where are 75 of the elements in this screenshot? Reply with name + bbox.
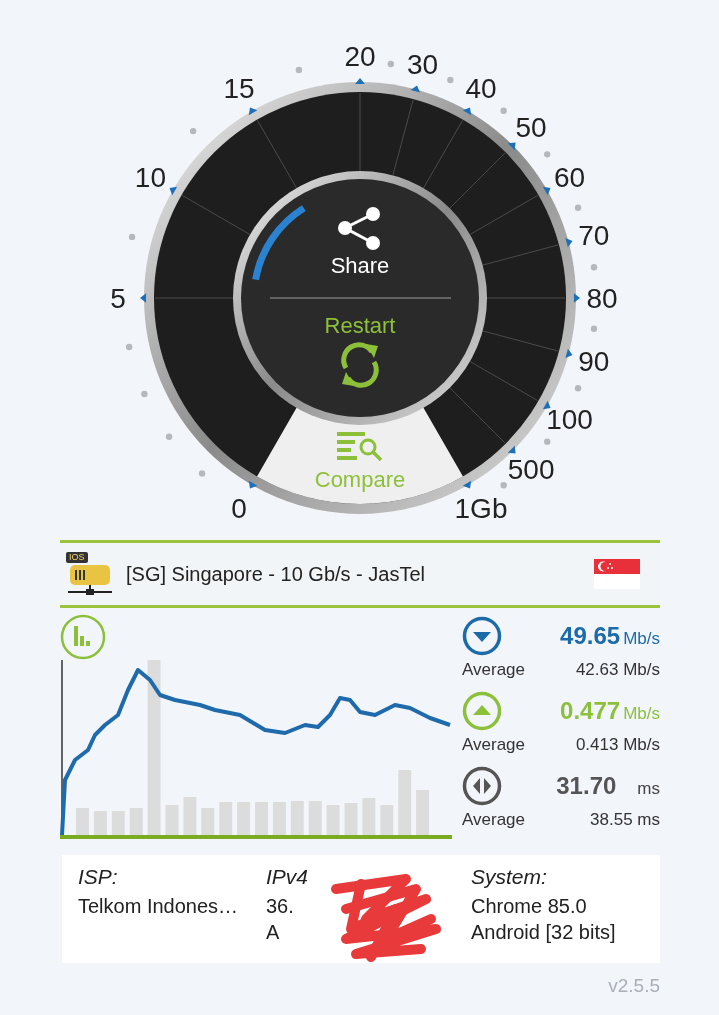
graph-bar	[272, 802, 286, 835]
average-value: 38.55 ms	[590, 810, 660, 830]
graph-bar	[255, 802, 268, 835]
graph-bar	[326, 805, 340, 835]
isp-label: ISP:	[78, 865, 119, 889]
scale-label: 5	[110, 283, 126, 314]
graph-bar	[76, 808, 89, 835]
graph-bar	[93, 811, 107, 835]
compare-icon	[337, 432, 383, 462]
graph-bar	[344, 803, 358, 835]
system-label: System:	[471, 865, 548, 889]
share-button[interactable]: Share	[330, 207, 390, 278]
unit-label: Mb/s	[623, 629, 660, 649]
scale-label: 100	[546, 404, 593, 435]
refresh-icon	[341, 342, 379, 388]
system-value: Android [32 bits]	[471, 920, 617, 945]
isp-value: Telkom Indones…	[78, 894, 240, 919]
server-icon	[66, 562, 114, 597]
average-label: Average	[462, 810, 525, 830]
flag-icon	[594, 559, 640, 589]
share-icon	[338, 207, 380, 250]
system-value: Chrome 85.0	[471, 894, 588, 919]
scale-label: 500	[507, 454, 555, 486]
average-value: 0.413 Mb/s	[575, 735, 660, 755]
scale-label: 80	[586, 283, 618, 314]
download-value: 49.65	[560, 622, 621, 650]
ipv4-value: A	[266, 920, 281, 945]
bar-chart-icon[interactable]	[60, 614, 106, 660]
server-badge: IOS	[66, 551, 88, 563]
graph-bar	[362, 798, 376, 835]
graph-bar	[308, 801, 322, 835]
scale-label: 20	[344, 41, 376, 72]
dial-divider	[448, 152, 506, 210]
dial-divider	[468, 195, 539, 236]
dial-divider	[257, 119, 298, 190]
ping-value: 31.70	[556, 772, 617, 800]
scale-label: 40	[465, 73, 497, 105]
ipv4-value: 36.	[266, 894, 295, 919]
scale-label: 70	[578, 220, 610, 252]
graph-bar	[380, 805, 394, 835]
graph-bar	[237, 802, 251, 835]
graph-bar	[129, 808, 143, 835]
restart-button[interactable]: Restart	[324, 313, 396, 388]
dial-divider	[181, 195, 252, 236]
scale-label: 15	[223, 73, 255, 105]
graph-bar	[219, 802, 233, 835]
scale-label: 50	[515, 111, 547, 143]
upload-value: 0.477	[560, 697, 621, 725]
graph-bar	[398, 770, 412, 835]
graph-bar	[416, 790, 430, 835]
upload-icon	[462, 691, 502, 731]
scale-label: 0	[231, 492, 247, 524]
dial-divider	[448, 386, 506, 444]
version-label: v2.5.5	[607, 975, 660, 997]
average-value: 42.63 Mb/s	[575, 660, 660, 680]
scale-label: 30	[407, 49, 439, 81]
graph-bar	[165, 805, 179, 835]
graph-bar	[290, 801, 304, 835]
scale-label: 60	[554, 162, 586, 193]
ipv4-label: IPv4	[266, 865, 310, 889]
graph-bar	[111, 811, 125, 835]
ping-icon	[462, 766, 502, 806]
scale-label: 90	[578, 345, 610, 377]
download-icon	[462, 616, 502, 656]
unit-label: Mb/s	[623, 704, 660, 724]
graph-bar	[183, 797, 197, 835]
dial-divider	[468, 360, 539, 401]
dial-divider	[422, 119, 463, 190]
scale-label: 10	[134, 162, 166, 193]
server-bar[interactable]: IOS [SG] Singapore - 10 Gb/s - JasTel	[60, 540, 660, 608]
average-label: Average	[462, 735, 525, 755]
unit-label: ms	[637, 779, 660, 799]
graph-bar	[201, 808, 215, 835]
server-name: [SG] Singapore - 10 Gb/s - JasTel	[126, 562, 427, 586]
average-label: Average	[462, 660, 525, 680]
